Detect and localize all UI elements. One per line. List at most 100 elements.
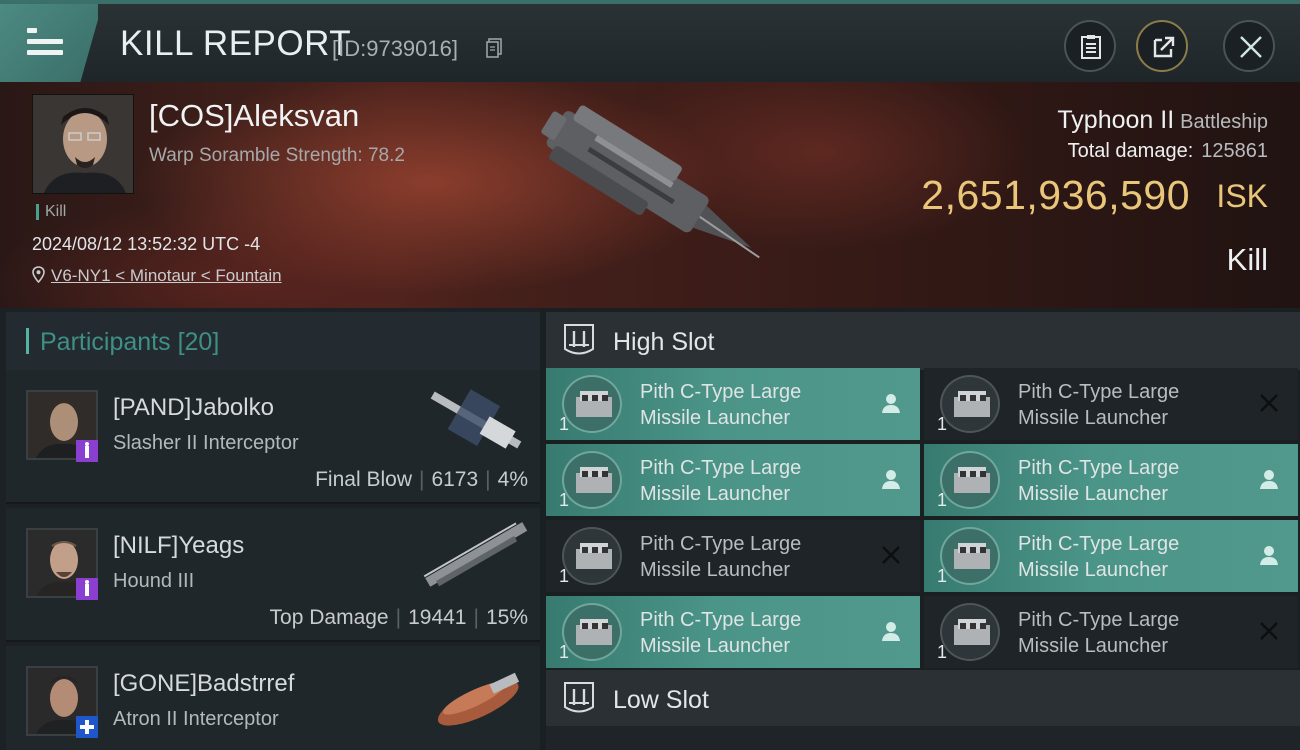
corp-badge-icon [76, 578, 98, 600]
share-icon [1153, 36, 1175, 58]
module-slot[interactable]: 1 Pith C-Type Large Missile Launcher [546, 596, 920, 668]
high-slot-icon [564, 324, 594, 355]
module-quantity: 1 [559, 566, 570, 586]
high-slot-header: High Slot [546, 312, 1300, 370]
module-quantity: 1 [559, 642, 570, 662]
result-label: Kill [1226, 242, 1268, 277]
ship-class: Battleship [1180, 111, 1268, 133]
hamburger-icon [27, 28, 63, 61]
participant-name: [NILF]Yeags [113, 532, 245, 559]
kill-location[interactable]: V6-NY1 < Minotaur < Fountain [32, 266, 282, 286]
participants-count: [20] [177, 328, 220, 356]
victim-ship-image [541, 105, 760, 259]
module-slot[interactable]: 1 Pith C-Type Large Missile Launcher [924, 596, 1298, 668]
module-slot[interactable]: 1 Pith C-Type Large Missile Launcher [924, 520, 1298, 592]
module-slot[interactable]: 1 Pith C-Type Large Missile Launcher [546, 368, 920, 440]
participants-label: Participants [40, 328, 171, 356]
title-bar: KILL REPORT [ID:9739016] [0, 0, 1300, 82]
missile-launcher-icon [940, 451, 1000, 509]
participants-panel: Participants [20] [PAND]Jabolko Slasher … [0, 308, 540, 750]
x-icon [1260, 394, 1278, 412]
module-slot[interactable]: 1 Pith C-Type Large Missile Launcher [924, 444, 1298, 516]
missile-launcher-icon [562, 527, 622, 585]
kill-tag: Kill [36, 204, 66, 220]
missile-launcher-icon [940, 527, 1000, 585]
participant-percent: 4% [497, 468, 528, 491]
clipboard-button[interactable] [1064, 20, 1116, 72]
module-name: Pith C-Type Large Missile Launcher [1018, 381, 1180, 429]
copy-icon[interactable] [486, 38, 502, 58]
participant-damage: 19441 [408, 606, 467, 629]
missile-launcher-icon [562, 603, 622, 661]
participant-ship: Atron II Interceptor [113, 708, 279, 730]
page-title: KILL REPORT [120, 24, 352, 63]
module-quantity: 1 [937, 642, 948, 662]
low-slot-modules [546, 726, 1300, 750]
total-damage-label: Total damage: [1067, 140, 1194, 162]
person-icon [882, 394, 900, 413]
participant-name: [PAND]Jabolko [113, 394, 274, 421]
person-icon [882, 470, 900, 489]
participant-ship: Slasher II Interceptor [113, 432, 299, 454]
participant-ship: Hound III [113, 570, 195, 592]
participant-percent: 15% [485, 606, 528, 629]
participant-ship-image [430, 389, 522, 449]
participant-damage: 6173 [431, 468, 479, 491]
isk-value: 2,651,936,590 [921, 172, 1190, 218]
module-name: Pith C-Type Large Missile Launcher [640, 533, 802, 581]
total-damage-value: 125861 [1201, 140, 1268, 162]
module-name: Pith C-Type Large Missile Launcher [640, 381, 802, 429]
missile-launcher-icon [940, 603, 1000, 661]
victim-name[interactable]: [COS]Aleksvan [149, 98, 359, 134]
module-slot[interactable]: 1 Pith C-Type Large Missile Launcher [546, 444, 920, 516]
warp-scramble-strength: Warp Soramble Strength: 78.2 [149, 145, 405, 166]
participant-row[interactable]: [NILF]Yeags Hound III Top Damage | 19441 | 1… [6, 508, 540, 642]
participant-ship-image [437, 672, 520, 726]
missile-launcher-icon [940, 375, 1000, 433]
participant-role: Final Blow [315, 468, 412, 491]
module-quantity: 1 [559, 414, 570, 434]
person-icon [882, 622, 900, 641]
fitting-panel: High Slot 1 Pith C-Type Large Missile Lau… [540, 308, 1300, 750]
module-quantity: 1 [559, 490, 570, 510]
module-slot[interactable]: 1 Pith C-Type Large Missile Launcher [924, 368, 1298, 440]
victim-banner: [COS]Aleksvan Warp Soramble Strength: 78… [0, 82, 1300, 308]
person-icon [1260, 546, 1278, 565]
person-icon [1260, 470, 1278, 489]
clipboard-icon [1081, 35, 1101, 59]
participant-row[interactable]: [PAND]Jabolko Slasher II Interceptor Fin… [6, 370, 540, 504]
kill-date: 2024/08/12 13:52:32 UTC -4 [32, 234, 261, 254]
corp-badge-icon [76, 440, 98, 462]
victim-portrait[interactable] [32, 94, 134, 194]
participant-role: Top Damage [269, 606, 389, 629]
participant-stats: Final Blow | 6173 | 4% [315, 468, 528, 491]
x-icon [1260, 622, 1278, 640]
low-slot-header: Low Slot [546, 670, 1300, 728]
victim-ship[interactable]: Typhoon II Battleship [1057, 106, 1268, 135]
isk-unit: ISK [1216, 178, 1268, 214]
location-pin-icon [32, 266, 45, 284]
participant-row[interactable]: [GONE]Badstrref Atron II Interceptor [6, 646, 540, 750]
participant-name: [GONE]Badstrref [113, 670, 295, 697]
location-link[interactable]: V6-NY1 < Minotaur < Fountain [51, 266, 282, 285]
close-button[interactable] [1223, 20, 1275, 72]
module-quantity: 1 [937, 414, 948, 434]
module-name: Pith C-Type Large Missile Launcher [640, 457, 802, 505]
total-damage: Total damage: 125861 [1068, 140, 1268, 163]
corp-badge-icon [76, 716, 98, 738]
missile-launcher-icon [562, 451, 622, 509]
menu-button[interactable] [0, 4, 98, 82]
report-id: [ID:9739016] [332, 36, 458, 61]
module-slot[interactable]: 1 Pith C-Type Large Missile Launcher [546, 520, 920, 592]
missile-launcher-icon [562, 375, 622, 433]
module-name: Pith C-Type Large Missile Launcher [1018, 457, 1180, 505]
module-name: Pith C-Type Large Missile Launcher [640, 609, 802, 657]
x-icon [882, 546, 900, 564]
participants-header[interactable]: Participants [20] [6, 312, 540, 370]
share-button[interactable] [1136, 20, 1188, 72]
low-slot-icon [564, 682, 594, 713]
module-name: Pith C-Type Large Missile Launcher [1018, 609, 1180, 657]
close-icon [1240, 36, 1262, 58]
participant-ship-image [423, 522, 528, 587]
ship-name: Typhoon II [1057, 106, 1175, 134]
